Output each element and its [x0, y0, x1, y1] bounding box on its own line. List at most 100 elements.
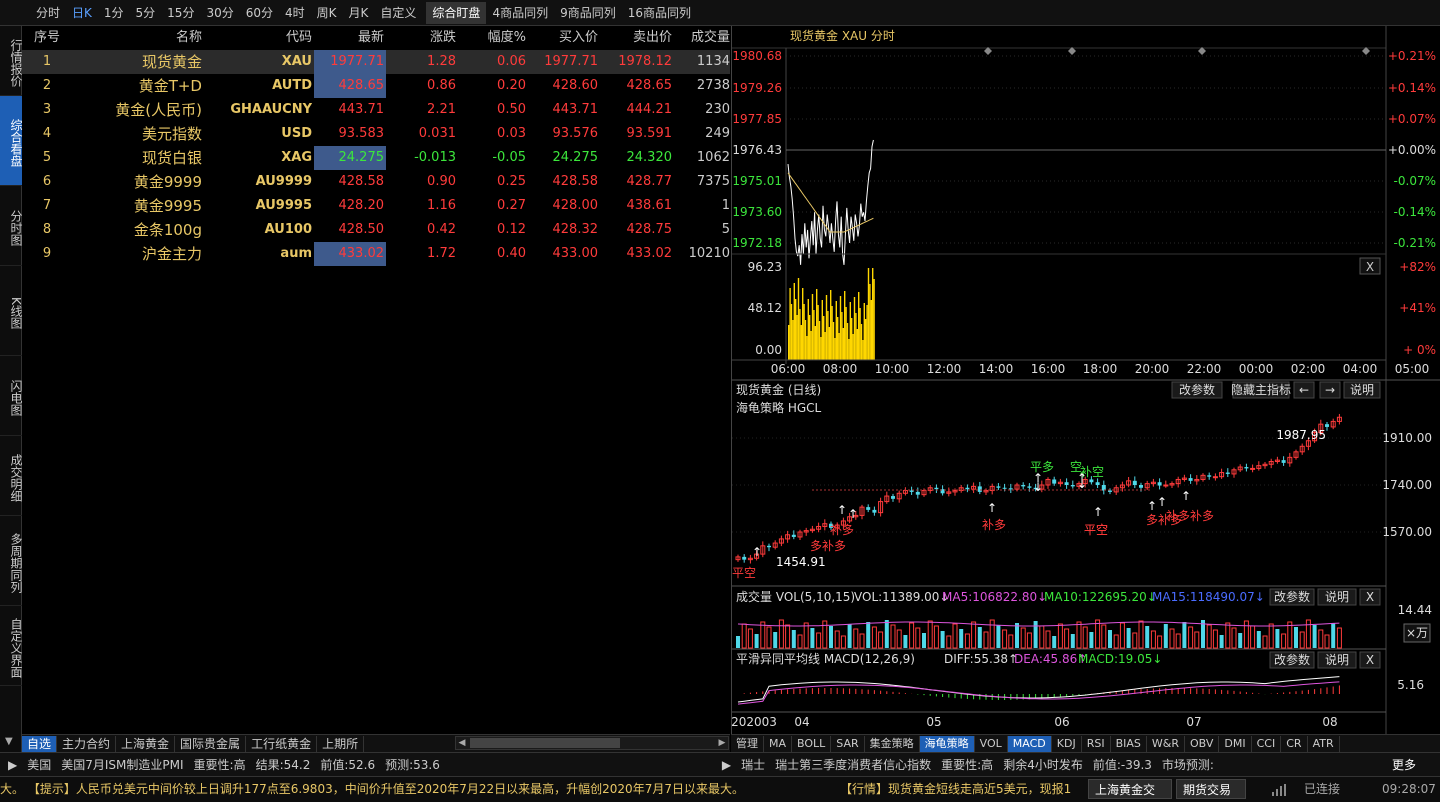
sidebar-item-3[interactable]: K线图 — [0, 266, 23, 356]
cell-pct: -0.05 — [492, 150, 526, 165]
volume-kbar — [964, 633, 970, 649]
period-5[interactable]: 30分 — [200, 2, 239, 24]
volume-kbar — [1188, 626, 1194, 649]
sidebar-item-1[interactable]: 综合看盘 — [0, 96, 23, 186]
up-arrow-icon: ↑ — [1147, 499, 1157, 513]
indicator-tab-10[interactable]: BIAS — [1111, 735, 1147, 752]
date-tick: 06 — [1054, 715, 1069, 729]
sidebar-collapse-icon[interactable]: ▼ — [5, 736, 13, 747]
volume-kbar — [840, 635, 846, 649]
indicator-tab-6[interactable]: VOL — [975, 735, 1008, 752]
indicator-tab-8[interactable]: KDJ — [1052, 735, 1082, 752]
more-button[interactable]: 更多 — [1392, 756, 1416, 773]
news-event-left[interactable]: 美国7月ISM制造业PMI — [61, 756, 183, 773]
column-header[interactable]: 名称 — [82, 26, 202, 50]
sidebar-item-4[interactable]: 闪电图 — [0, 356, 23, 436]
volume-kbar — [903, 635, 908, 648]
table-row[interactable]: 8 金条100g AU100 428.50 0.42 0.12 428.32 428.75 5 — [22, 218, 730, 242]
indicator-tab-3[interactable]: SAR — [831, 735, 865, 752]
indicator-tab-16[interactable]: ATR — [1308, 735, 1340, 752]
volume-bar — [870, 300, 872, 360]
column-header[interactable]: 代码 — [222, 26, 314, 50]
indicator-tab-12[interactable]: OBV — [1185, 735, 1220, 752]
futures-trade-button[interactable]: 期货交易 — [1176, 779, 1246, 799]
column-header[interactable]: 成交量 — [672, 26, 730, 50]
indicator-tab-0[interactable]: 管理 — [731, 735, 764, 752]
table-row[interactable]: 2 黄金T+D AUTD 428.65 0.86 0.20 428.60 428.65 2738 — [22, 74, 730, 98]
sidebar-item-5[interactable]: 成交明细 — [0, 436, 23, 516]
candle-body — [1095, 482, 1100, 485]
column-header[interactable]: 幅度% — [456, 26, 526, 50]
indicator-tab-15[interactable]: CR — [1281, 735, 1308, 752]
volume-unit: ×万 — [1406, 626, 1428, 640]
sidebar-item-0[interactable]: 行情报价 — [0, 26, 23, 96]
column-header[interactable]: 序号 — [22, 26, 72, 50]
table-row[interactable]: 4 美元指数 USD 93.583 0.031 0.03 93.576 93.591 249 — [22, 122, 730, 146]
macd-button-label: 改参数 — [1274, 652, 1310, 667]
horizontal-scrollbar[interactable]: ◀ ▶ — [455, 736, 729, 750]
view-0[interactable]: 综合盯盘 — [426, 1, 487, 24]
close-label: X — [1366, 260, 1374, 274]
column-header[interactable]: 涨跌 — [386, 26, 456, 50]
volume-kbar — [1045, 630, 1051, 649]
table-row[interactable]: 6 黄金9999 AU9999 428.58 0.90 0.25 428.58 428.77 7… — [22, 170, 730, 194]
indicator-tab-2[interactable]: BOLL — [792, 735, 832, 752]
category-tab-1[interactable]: 主力合约 — [57, 735, 117, 752]
cell-last: 428.20 — [338, 198, 385, 213]
volume-kbar — [1182, 622, 1187, 648]
sidebar-item-2[interactable]: 分时图 — [0, 186, 23, 266]
column-header[interactable]: 买入价 — [526, 26, 598, 50]
category-tab-3[interactable]: 国际贵金属 — [175, 735, 247, 752]
indicator-tab-9[interactable]: RSI — [1082, 735, 1111, 752]
scroll-left-icon[interactable]: ◀ — [456, 737, 468, 749]
period-1[interactable]: 日K — [66, 2, 98, 24]
table-row[interactable]: 9 沪金主力 aum 433.02 1.72 0.40 433.00 433.02 10210 — [22, 242, 730, 266]
view-1[interactable]: 4商品同列 — [486, 2, 554, 24]
column-header[interactable]: 卖出价 — [598, 26, 672, 50]
right-arrow-icon[interactable]: ▶ — [722, 758, 731, 772]
indicator-tab-7[interactable]: MACD — [1007, 735, 1052, 752]
volume-kbar — [1324, 634, 1330, 649]
table-row[interactable]: 3 黄金(人民币) GHAAUCNY 443.71 2.21 0.50 443.71 444.… — [22, 98, 730, 122]
indicator-tab-4[interactable]: 集金策略 — [865, 735, 920, 752]
period-0[interactable]: 分时 — [30, 2, 66, 24]
indicator-tab-5[interactable]: 海龟策略 — [919, 735, 975, 752]
view-3[interactable]: 16商品同列 — [622, 2, 697, 24]
sidebar-item-6[interactable]: 多周期同列 — [0, 516, 23, 606]
left-arrow-icon[interactable]: ▶ — [8, 758, 17, 772]
vol-tick: 96.23 — [748, 260, 782, 274]
scroll-thumb[interactable] — [470, 738, 620, 748]
indicator-tab-11[interactable]: W&R — [1147, 735, 1185, 752]
table-row[interactable]: 5 现货白银 XAG 24.275 -0.013 -0.05 24.275 24.320 106… — [22, 146, 730, 170]
indicator-tab-14[interactable]: CCI — [1252, 735, 1282, 752]
category-tab-0[interactable]: 自选 — [22, 735, 58, 752]
period-3[interactable]: 5分 — [130, 2, 162, 24]
volume-bar — [793, 283, 795, 360]
news-event-right[interactable]: 瑞士第三季度消费者信心指数 — [775, 756, 931, 773]
cell-pct: 0.06 — [497, 54, 526, 69]
volume-button-label: X — [1366, 590, 1374, 604]
scroll-right-icon[interactable]: ▶ — [716, 737, 728, 749]
category-tab-5[interactable]: 上期所 — [317, 735, 365, 752]
volume-kbar — [977, 627, 982, 648]
period-7[interactable]: 4时 — [279, 2, 311, 24]
indicator-tab-13[interactable]: DMI — [1219, 735, 1252, 752]
period-6[interactable]: 60分 — [240, 2, 279, 24]
view-2[interactable]: 9商品同列 — [554, 2, 622, 24]
ticker-text-2[interactable]: 【行情】现货黄金短线走高近5美元，现报1 — [840, 777, 1088, 801]
ticker-text-1[interactable]: 大。 【提示】人民币兑美元中间价较上日调升177点至6.9803，中间价升值至2… — [0, 777, 830, 801]
clock: 09:28:07 — [1382, 782, 1436, 796]
sidebar-item-7[interactable]: 自定义界面 — [0, 606, 23, 686]
period-10[interactable]: 自定义 — [374, 2, 422, 24]
table-row[interactable]: 7 黄金9995 AU9995 428.20 1.16 0.27 428.00 438.61 1 — [22, 194, 730, 218]
period-2[interactable]: 1分 — [98, 2, 130, 24]
sh-gold-trade-button[interactable]: 上海黄金交易 — [1088, 779, 1172, 799]
period-9[interactable]: 月K — [343, 2, 375, 24]
category-tab-4[interactable]: 工行纸黄金 — [246, 735, 318, 752]
table-row[interactable]: 1 现货黄金 XAU 1977.71 1.28 0.06 1977.71 1978.12 113… — [22, 50, 730, 74]
column-header[interactable]: 最新 — [314, 26, 386, 50]
category-tab-2[interactable]: 上海黄金 — [116, 735, 176, 752]
period-4[interactable]: 15分 — [161, 2, 200, 24]
indicator-tab-1[interactable]: MA — [764, 735, 793, 752]
period-8[interactable]: 周K — [311, 2, 343, 24]
